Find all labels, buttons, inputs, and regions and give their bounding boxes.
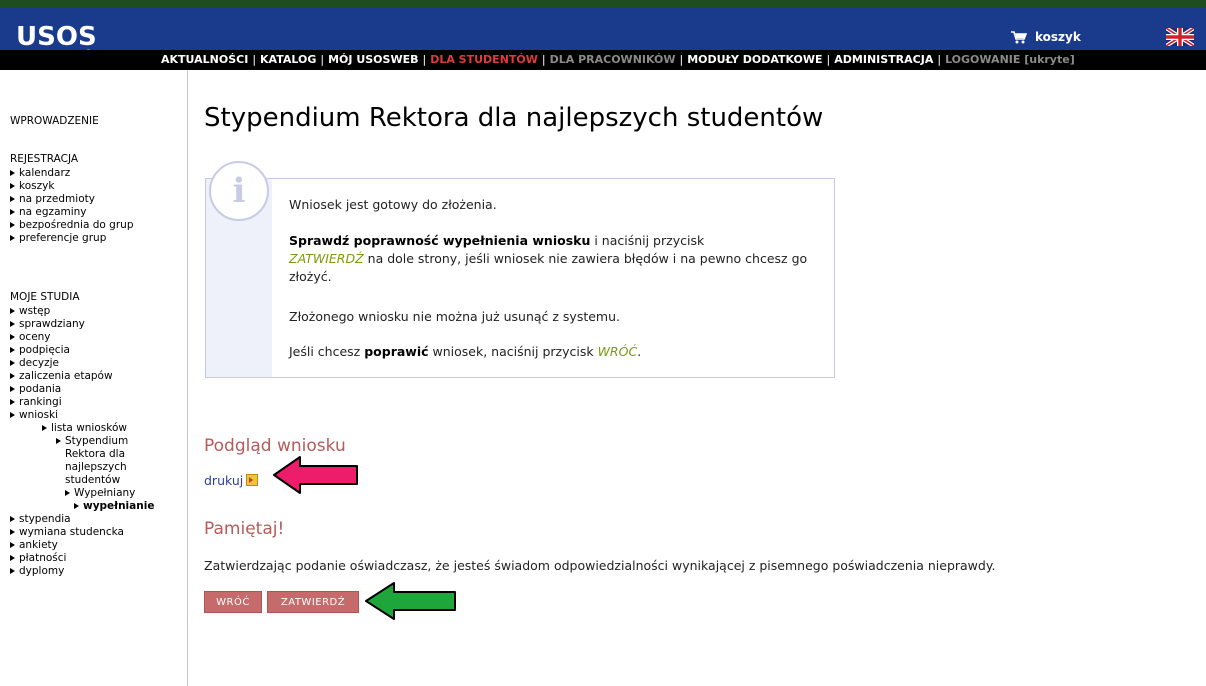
info-check-text: Sprawdź poprawność wypełnienia wniosku i…: [289, 233, 808, 284]
page-title: Stypendium Rektora dla najlepszych stude…: [204, 103, 824, 133]
sidebar-item-koszyk[interactable]: koszyk: [10, 180, 54, 193]
remember-text: Zatwierdzając podanie oświadczasz, że je…: [204, 558, 996, 573]
arrow-right-icon: [10, 516, 15, 522]
sidebar-item-wypelniany[interactable]: Wypełniany: [65, 487, 135, 500]
info-fix-text: Jeśli chcesz poprawić wniosek, naciśnij …: [289, 344, 642, 359]
arrow-right-icon: [10, 308, 15, 314]
nav-separator: |: [826, 53, 831, 66]
info-irreversible-text: Złożonego wniosku nie można już usunąć z…: [289, 309, 621, 324]
confirm-button[interactable]: ZATWIERDŹ: [267, 591, 359, 613]
sidebar-item-podpiecia[interactable]: podpięcia: [10, 344, 70, 357]
sidebar-item-stypendium-line3[interactable]: najlepszych: [65, 461, 127, 474]
sidebar-item-bezposrednia[interactable]: bezpośrednia do grup: [10, 219, 133, 232]
sidebar-item-stypendia[interactable]: stypendia: [10, 513, 71, 526]
sidebar-item-platnosci[interactable]: płatności: [10, 552, 66, 565]
arrow-right-icon: [10, 347, 15, 353]
arrow-right-icon: [42, 425, 47, 431]
sidebar-header-rejestracja[interactable]: REJESTRACJA: [10, 153, 78, 166]
sidebar-item-rankingi[interactable]: rankingi: [10, 396, 62, 409]
nav-logowanie[interactable]: LOGOWANIE [ukryte]: [945, 53, 1075, 66]
arrow-right-icon: [10, 183, 15, 189]
info-ready-text: Wniosek jest gotowy do złożenia.: [289, 197, 497, 212]
sidebar-item-na-przedmioty[interactable]: na przedmioty: [10, 193, 95, 206]
arrow-right-icon: [10, 209, 15, 215]
arrow-right-icon: [10, 321, 15, 327]
pink-arrow-icon: [273, 456, 358, 494]
sidebar-item-dyplomy[interactable]: dyplomy: [10, 565, 64, 578]
cart-icon: [1011, 30, 1027, 43]
nav-katalog[interactable]: KATALOG: [260, 53, 316, 66]
preview-heading: Podgląd wniosku: [204, 436, 346, 456]
sidebar-item-wstep[interactable]: wstęp: [10, 305, 50, 318]
sidebar-item-stypendium-line4[interactable]: studentów: [65, 474, 120, 487]
arrow-right-icon: [10, 386, 15, 392]
arrow-right-icon: [10, 170, 15, 176]
arrow-right-icon: [56, 438, 61, 444]
sidebar-item-wprowadzenie[interactable]: WPROWADZENIE: [10, 115, 99, 128]
sidebar-item-sprawdziany[interactable]: sprawdziany: [10, 318, 85, 331]
arrow-right-icon: [10, 196, 15, 202]
sidebar-item-lista-wnioskow[interactable]: lista wniosków: [42, 422, 127, 435]
arrow-right-icon: [65, 490, 70, 496]
nav-dla-studentow[interactable]: DLA STUDENTÓW: [430, 53, 538, 66]
main-nav: AKTUALNOŚCI | KATALOG | MÓJ USOSWEB | DLA STUD…: [161, 53, 1075, 66]
arrow-right-icon: [10, 222, 15, 228]
arrow-right-icon: [10, 555, 15, 561]
arrow-right-icon: [10, 373, 15, 379]
external-link-icon: [246, 474, 259, 486]
arrow-right-icon: [74, 503, 79, 509]
sidebar-header-moje-studia[interactable]: MOJE STUDIA: [10, 291, 80, 304]
nav-separator: |: [679, 53, 684, 66]
uk-flag-icon[interactable]: [1166, 28, 1194, 46]
sidebar-item-stypendium-line2[interactable]: Rektora dla: [65, 448, 125, 461]
cart-label[interactable]: koszyk: [1035, 30, 1081, 44]
sidebar-item-kalendarz[interactable]: kalendarz: [10, 167, 70, 180]
nav-separator: |: [252, 53, 257, 66]
nav-moduly-dodatkowe[interactable]: MODUŁY DODATKOWE: [687, 53, 822, 66]
sidebar-item-oceny[interactable]: oceny: [10, 331, 51, 344]
sidebar-item-podania[interactable]: podania: [10, 383, 61, 396]
sidebar-item-na-egzaminy[interactable]: na egzaminy: [10, 206, 87, 219]
nav-administracja[interactable]: ADMINISTRACJA: [834, 53, 933, 66]
back-button[interactable]: WRÓĆ: [204, 591, 262, 613]
sidebar-item-zaliczenia-etapow[interactable]: zaliczenia etapów: [10, 370, 113, 383]
arrow-right-icon: [10, 235, 15, 241]
nav-aktualnosci[interactable]: AKTUALNOŚCI: [161, 53, 248, 66]
arrow-right-icon: [10, 412, 15, 418]
nav-dla-pracownikow[interactable]: DLA PRACOWNIKÓW: [550, 53, 676, 66]
arrow-right-icon: [10, 529, 15, 535]
sidebar-item-wymiana-studencka[interactable]: wymiana studencka: [10, 526, 124, 539]
nav-moj-usosweb[interactable]: MÓJ USOSWEB: [328, 53, 418, 66]
sidebar-item-wypelnianie[interactable]: wypełnianie: [74, 500, 154, 513]
nav-separator: |: [541, 53, 546, 66]
sidebar-item-ankiety[interactable]: ankiety: [10, 539, 58, 552]
print-link[interactable]: drukuj: [204, 473, 259, 488]
sidebar-item-preferencje-grup[interactable]: preferencje grup: [10, 232, 106, 245]
nav-separator: |: [937, 53, 942, 66]
arrow-right-icon: [10, 334, 15, 340]
green-arrow-icon: [365, 582, 456, 620]
arrow-right-icon: [10, 399, 15, 405]
arrow-right-icon: [10, 360, 15, 366]
sidebar-item-stypendium[interactable]: Stypendium: [56, 435, 128, 448]
info-icon: i: [209, 161, 269, 221]
nav-separator: |: [422, 53, 427, 66]
arrow-right-icon: [10, 568, 15, 574]
nav-separator: |: [320, 53, 325, 66]
cart-link[interactable]: koszyk: [1011, 30, 1081, 44]
sidebar-item-decyzje[interactable]: decyzje: [10, 357, 59, 370]
arrow-right-icon: [10, 542, 15, 548]
sidebar-item-wnioski[interactable]: wnioski: [10, 409, 58, 422]
remember-heading: Pamiętaj!: [204, 519, 285, 539]
